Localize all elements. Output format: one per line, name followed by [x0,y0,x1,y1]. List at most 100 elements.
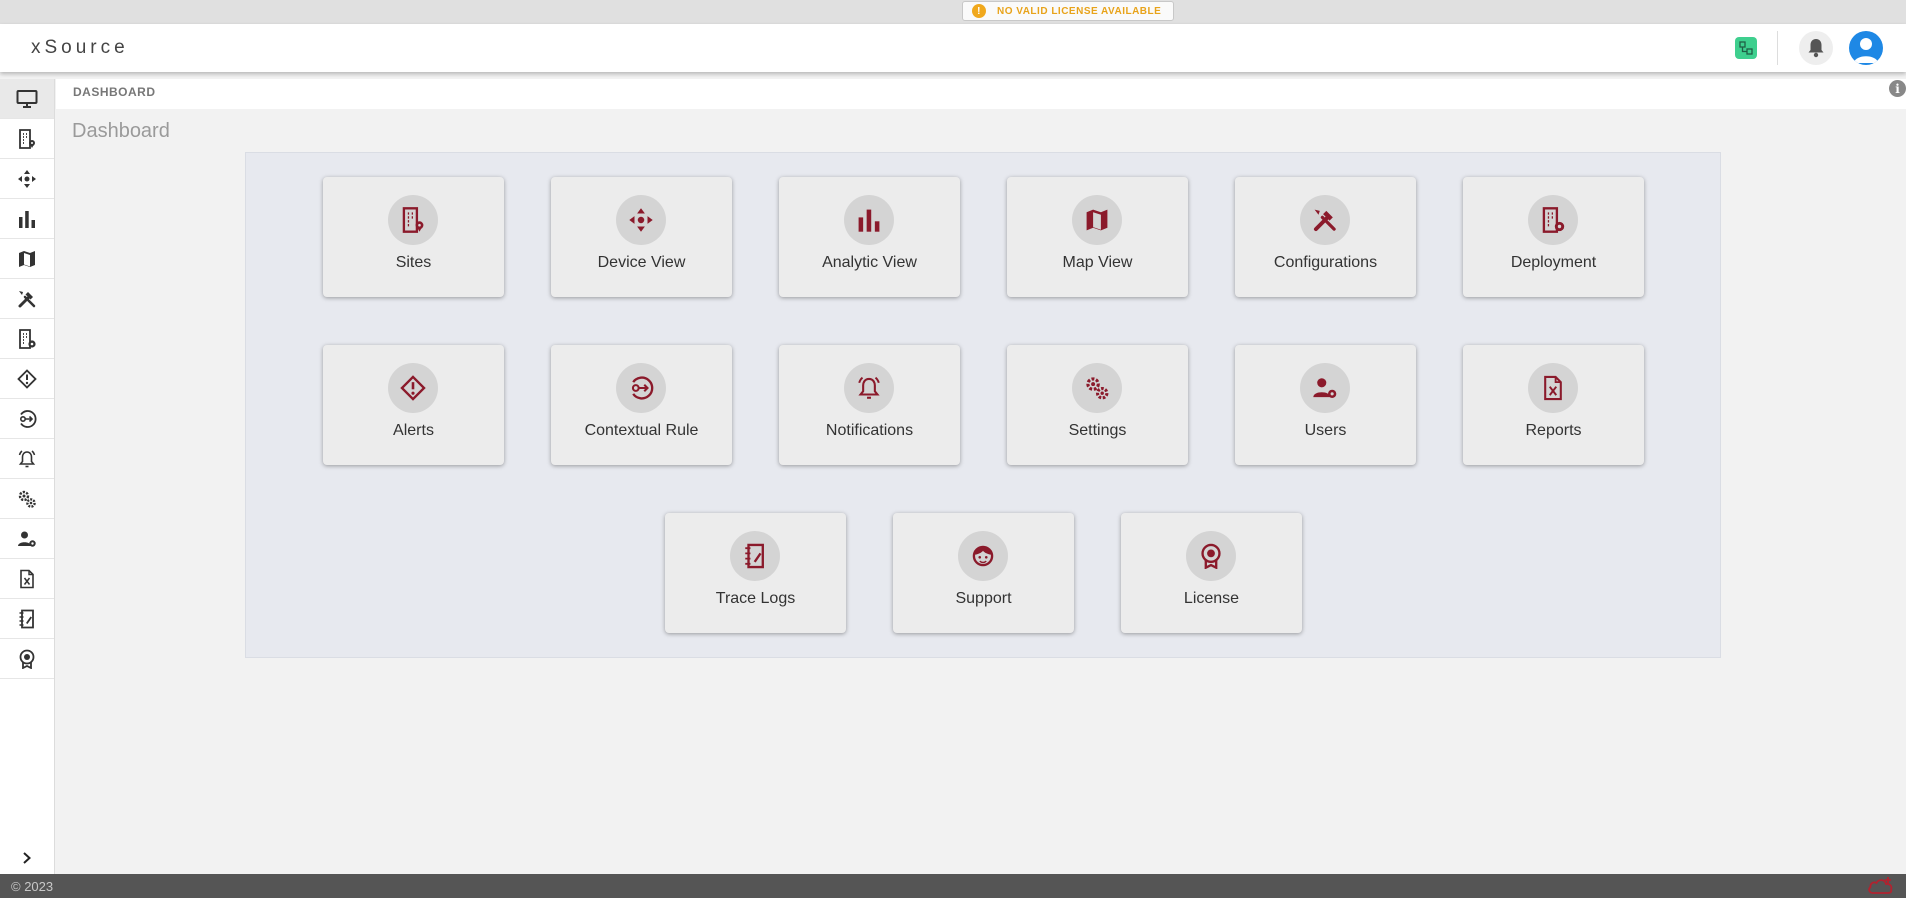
sidebar-item-sites[interactable] [0,119,54,159]
breadcrumb-bar: DASHBOARD i [56,79,1906,109]
network-status-icon[interactable] [1735,37,1757,59]
tile-configurations[interactable]: Configurations [1235,177,1416,297]
circle-arrow-icon [631,376,654,400]
license-warning-banner[interactable]: ! NO VALID LICENSE AVAILABLE [962,1,1174,21]
notebook-pen-icon [19,609,34,628]
tile-label: Alerts [393,422,434,439]
tile-contextual-rule[interactable]: Contextual Rule [551,345,732,465]
tile-label: Analytic View [822,254,917,271]
top-header: xSource [0,24,1906,72]
license-warning-text: NO VALID LICENSE AVAILABLE [997,5,1162,17]
footer: © 2023 [0,874,1906,898]
user-gear-icon [1313,378,1337,399]
tile-icon-circle [1186,531,1236,581]
bell-icon[interactable] [1799,31,1833,65]
tile-label: Contextual Rule [584,422,699,439]
tile-label: Sites [395,254,432,271]
building-pin-icon [402,207,424,233]
chevron-right-icon [23,852,31,864]
tile-label: License [1183,590,1240,607]
tile-icon-circle [388,363,438,413]
warning-icon: ! [972,4,986,18]
award-icon [1201,543,1221,569]
notebook-pen-icon [745,543,764,569]
dashboard-tiles-panel: Sites Device View Analytic View Map View… [245,152,1721,658]
tile-icon-circle [1300,363,1350,413]
excel-file-icon [20,569,34,588]
sidebar-item-users[interactable] [0,519,54,559]
move-arrows-icon [18,169,36,188]
tile-label: Configurations [1273,254,1378,271]
tile-icon-circle [1072,363,1122,413]
move-arrows-icon [629,208,653,232]
license-bar: ! NO VALID LICENSE AVAILABLE [0,0,1906,24]
gears-icon [18,490,36,508]
header-divider [1777,31,1778,65]
building-gear-icon [1542,207,1565,233]
diamond-alert-icon [400,375,426,401]
tile-map-view[interactable]: Map View [1007,177,1188,297]
tile-settings[interactable]: Settings [1007,345,1188,465]
sidebar-item-contextual-rule[interactable] [0,399,54,439]
tile-support[interactable]: Support [893,513,1074,633]
tile-icon-circle [1072,195,1122,245]
copyright-text: © 2023 [11,879,54,894]
tile-icon-circle [844,363,894,413]
tile-label: Users [1304,422,1347,439]
tile-label: Trace Logs [715,590,796,607]
tile-icon-circle [1528,363,1578,413]
cloud-icon[interactable] [1866,876,1896,896]
tile-license[interactable]: License [1121,513,1302,633]
sidebar-item-map-view[interactable] [0,239,54,279]
tile-icon-circle [616,195,666,245]
tile-icon-circle [958,531,1008,581]
sidebar-item-trace-logs[interactable] [0,599,54,639]
brand-logo[interactable]: xSource [31,37,129,59]
map-icon [19,250,35,267]
tile-deployment[interactable]: Deployment [1463,177,1644,297]
tile-alerts[interactable]: Alerts [323,345,504,465]
circle-arrow-icon [19,409,37,428]
sidebar-item-notifications[interactable] [0,439,54,479]
sidebar-item-device-view[interactable] [0,159,54,199]
tile-analytic-view[interactable]: Analytic View [779,177,960,297]
tile-label: Device View [597,254,686,271]
tile-notifications[interactable]: Notifications [779,345,960,465]
tools-icon [18,290,36,307]
sidebar-item-deployment[interactable] [0,319,54,359]
tile-icon-circle [616,363,666,413]
sidebar-item-analytic-view[interactable] [0,199,54,239]
tile-trace-logs[interactable]: Trace Logs [665,513,846,633]
tile-reports[interactable]: Reports [1463,345,1644,465]
tile-label: Settings [1068,422,1127,439]
tile-sites[interactable]: Sites [323,177,504,297]
user-avatar-icon[interactable] [1849,31,1883,65]
building-pin-icon [19,128,35,149]
sidebar-expand-button[interactable] [0,842,54,874]
tile-icon-circle [730,531,780,581]
tile-icon-circle [1300,195,1350,245]
bell-ring-icon [858,376,880,399]
tile-label: Map View [1062,254,1133,271]
building-gear-icon [19,328,36,349]
info-icon[interactable]: i [1889,80,1906,97]
sidebar-item-reports[interactable] [0,559,54,599]
tile-device-view[interactable]: Device View [551,177,732,297]
page-title: Dashboard [72,120,170,142]
tile-label: Deployment [1510,254,1597,271]
tile-users[interactable]: Users [1235,345,1416,465]
bar-chart-icon [858,209,880,232]
user-gear-icon [18,531,36,547]
diamond-alert-icon [17,368,37,389]
sidebar-item-license[interactable] [0,639,54,679]
sidebar-item-dashboard[interactable] [0,79,54,119]
sidebar-item-alerts[interactable] [0,359,54,399]
sidebar-item-configurations[interactable] [0,279,54,319]
support-agent-icon [972,545,994,567]
sidebar-item-settings[interactable] [0,479,54,519]
excel-file-icon [1544,375,1562,401]
map-icon [1086,209,1108,231]
breadcrumb[interactable]: DASHBOARD [73,85,156,99]
tile-label: Notifications [825,422,914,439]
gears-icon [1086,377,1109,400]
